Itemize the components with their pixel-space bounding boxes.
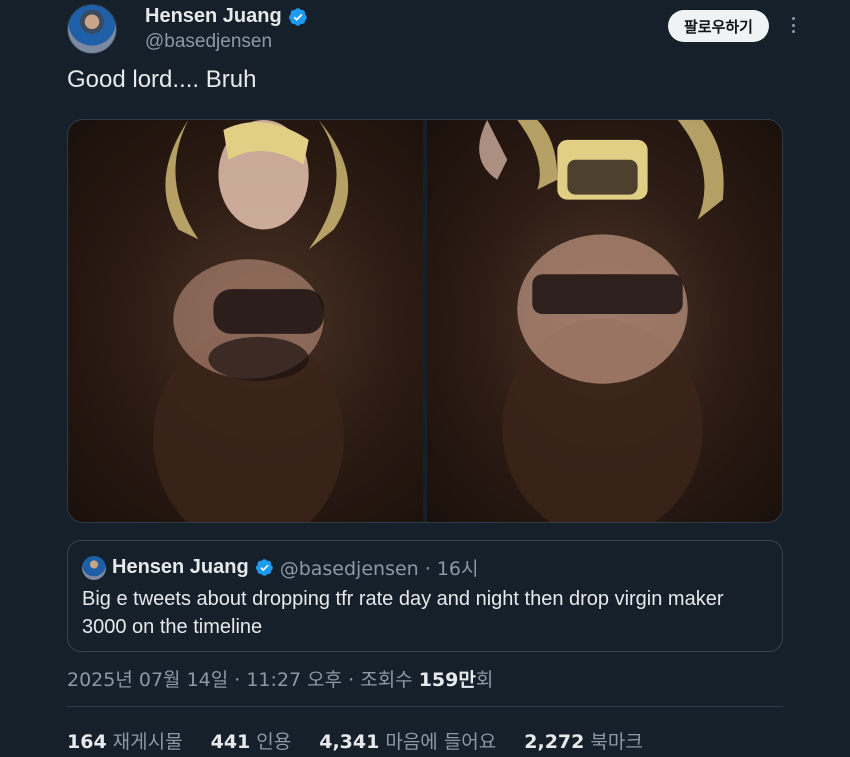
image-placeholder-figure-back (479, 120, 724, 522)
quoted-author-handle-time: @basedjensen · 16시 (279, 558, 479, 580)
divider (67, 706, 783, 707)
follow-button[interactable]: 팔로우하기 (667, 10, 769, 42)
tweet-stats: 164 재게시물 441 인용 4,341 마음에 들어요 2,272 북마크 (67, 727, 643, 754)
tweet-image-2[interactable] (427, 120, 782, 522)
author-handle[interactable]: @basedjensen (145, 31, 272, 53)
view-count-suffix: 회 (475, 669, 494, 691)
author-avatar[interactable] (67, 4, 117, 54)
tweet-media-grid (67, 119, 783, 523)
quoted-author-avatar (82, 555, 106, 580)
quoted-tweet-header: Hensen Juang @basedjensen · 16시 (82, 554, 478, 581)
tweet-header: Hensen Juang @basedjensen 팔로우하기 (67, 4, 807, 54)
verified-badge-icon (255, 559, 273, 576)
more-options-icon[interactable] (785, 14, 801, 36)
view-count: 159만 (418, 669, 476, 691)
tweet-timestamp[interactable]: 2025년 07월 14일 · 11:27 오후 · 조회수 (67, 669, 419, 691)
quoted-author-name: Hensen Juang (112, 556, 249, 578)
stat-quotes[interactable]: 441 인용 (211, 727, 292, 754)
quoted-tweet-text: Big e tweets about dropping tfr rate day… (82, 588, 724, 638)
image-placeholder-figure (153, 120, 349, 522)
author-display-name[interactable]: Hensen Juang (145, 5, 282, 28)
tweet-image-1[interactable] (68, 120, 423, 522)
stat-likes[interactable]: 4,341 마음에 들어요 (319, 727, 496, 754)
tweet-text: Good lord.... Bruh (67, 66, 257, 93)
stat-reposts[interactable]: 164 재게시물 (67, 727, 183, 754)
tweet-meta: 2025년 07월 14일 · 11:27 오후 · 조회수 159만회 (67, 665, 493, 692)
stat-bookmarks[interactable]: 2,272 북마크 (524, 727, 643, 754)
verified-badge-icon (288, 7, 307, 26)
quoted-tweet[interactable]: Hensen Juang @basedjensen · 16시 Big e tw… (67, 540, 783, 652)
author-name-row: Hensen Juang (145, 5, 308, 28)
